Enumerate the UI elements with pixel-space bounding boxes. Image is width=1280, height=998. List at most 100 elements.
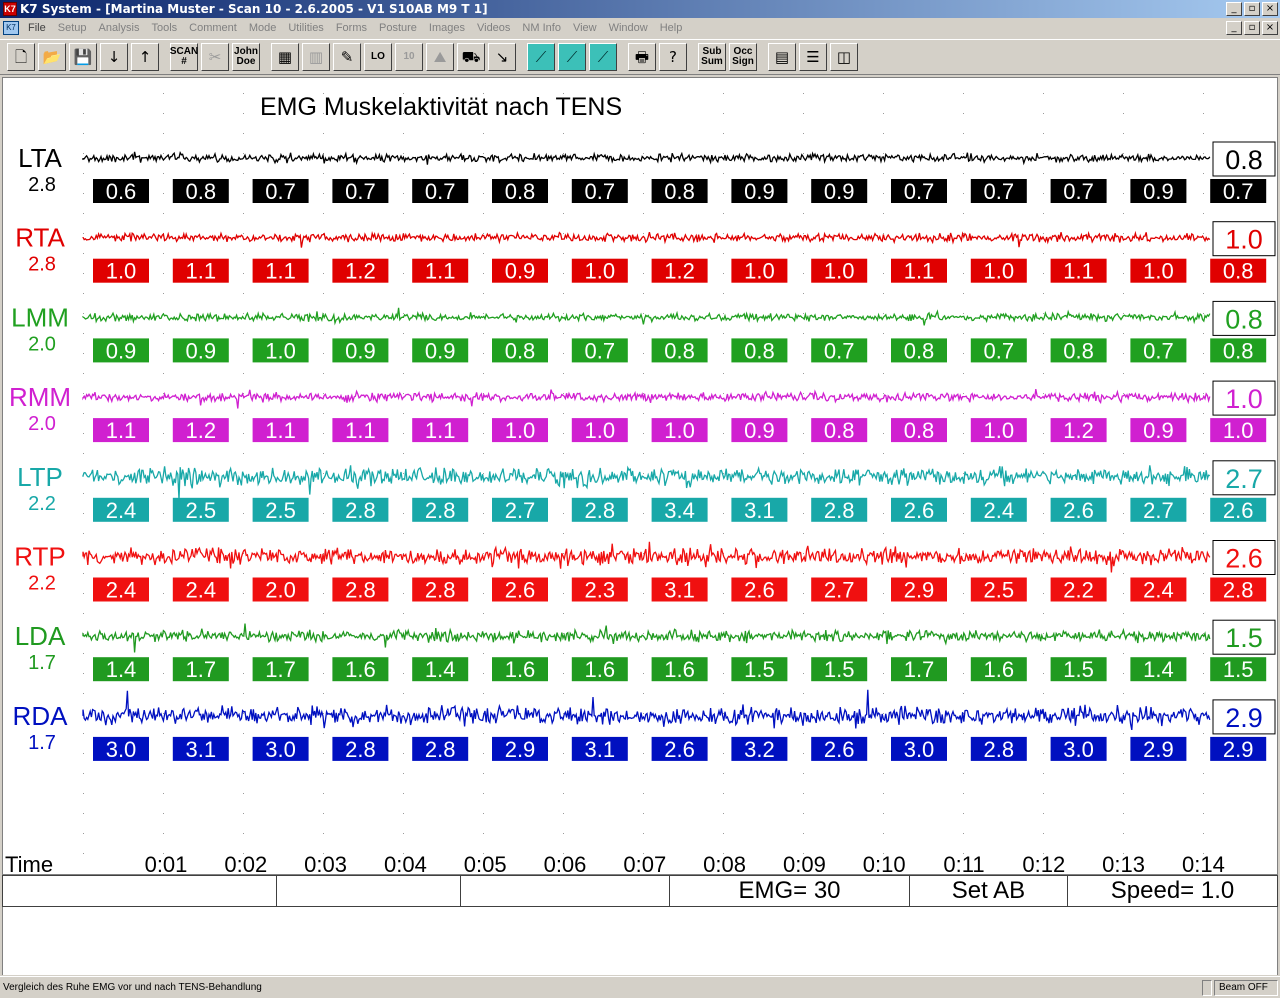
maximize-button[interactable]: ▫	[1244, 2, 1260, 16]
grid-dot	[963, 253, 964, 254]
compare-button[interactable]: 10	[395, 43, 423, 71]
tile-vertical-button[interactable]: ◫	[830, 43, 858, 71]
grid-dot	[883, 533, 884, 534]
grid-dot	[83, 813, 84, 814]
menu-comment[interactable]: Comment	[184, 22, 244, 34]
grid-dot	[803, 113, 804, 114]
arrow-up-button[interactable]: ↑	[131, 43, 159, 71]
scan-trace-2-button[interactable]: ⟋	[558, 43, 586, 71]
new-file-button[interactable]: 🗋	[7, 43, 35, 71]
menu-forms[interactable]: Forms	[331, 22, 374, 34]
grid-dot	[963, 693, 964, 694]
grid-dot	[1043, 133, 1044, 134]
edit-pencil-button[interactable]: ✎	[333, 43, 361, 71]
grid-dot	[83, 213, 84, 214]
menu-setup[interactable]: Setup	[53, 22, 94, 34]
grid-dot	[1123, 313, 1124, 314]
grid-dot	[643, 633, 644, 634]
grid-dot	[1123, 233, 1124, 234]
menu-window[interactable]: Window	[604, 22, 655, 34]
menu-posture[interactable]: Posture	[374, 22, 424, 34]
grid-dot	[803, 753, 804, 754]
grid-dot	[483, 293, 484, 294]
interval-value: 2.8	[984, 737, 1015, 762]
emg-setting: EMG= 30	[670, 876, 910, 906]
grid-dot	[323, 373, 324, 374]
grid-dot	[83, 693, 84, 694]
menu-utilities[interactable]: Utilities	[283, 22, 330, 34]
interval-value: 0.8	[1223, 259, 1254, 284]
help-button[interactable]: ?	[659, 43, 687, 71]
menu-images[interactable]: Images	[424, 22, 472, 34]
interval-value: 3.2	[744, 737, 775, 762]
grid-dot	[883, 673, 884, 674]
current-value: 1.0	[1225, 225, 1263, 255]
scan-trace-1-button[interactable]: ⟋	[527, 43, 555, 71]
grid-dot	[163, 513, 164, 514]
menu-nm-info[interactable]: NM Info	[517, 22, 568, 34]
title-bar: K7 K7 System - [Martina Muster - Scan 10…	[0, 0, 1280, 18]
chart-button[interactable]: ⛰	[426, 43, 454, 71]
document-icon[interactable]: K7	[3, 21, 19, 35]
arrow-down-button[interactable]: ↓	[100, 43, 128, 71]
menu-help[interactable]: Help	[655, 22, 690, 34]
grid-dot	[963, 753, 964, 754]
sub-sum-button[interactable]: Sub Sum	[698, 43, 726, 71]
k7-app-icon[interactable]: K7	[3, 2, 17, 16]
print-button[interactable]: 🖶	[628, 43, 656, 71]
grid-dot	[643, 533, 644, 534]
grid-dot	[243, 673, 244, 674]
menu-mode[interactable]: Mode	[244, 22, 284, 34]
interval-value: 0.7	[345, 179, 376, 204]
grid-dot	[1123, 353, 1124, 354]
grid-dot	[403, 473, 404, 474]
interval-value: 1.5	[1223, 657, 1254, 682]
occ-sign-button[interactable]: Occ Sign	[729, 43, 757, 71]
save-button[interactable]: 💾	[69, 43, 97, 71]
print-setup-button[interactable]: ⛟	[457, 43, 485, 71]
compare-icon: 10	[403, 51, 415, 62]
scan-number-button[interactable]: SCAN #	[170, 43, 198, 71]
doc-restore-button[interactable]: ▫	[1244, 21, 1260, 35]
grid-dot	[163, 93, 164, 94]
close-button[interactable]: ×	[1262, 2, 1278, 16]
grid-dot	[1123, 513, 1124, 514]
tools-button[interactable]: ✂	[201, 43, 229, 71]
menu-tools[interactable]: Tools	[146, 22, 184, 34]
cascade-button[interactable]: ▤	[768, 43, 796, 71]
grid-dot	[563, 153, 564, 154]
interval-value: 2.8	[1223, 578, 1254, 603]
doc-close-button[interactable]: ×	[1262, 21, 1278, 35]
scan-trace-3-button[interactable]: ⟋	[589, 43, 617, 71]
menu-videos[interactable]: Videos	[472, 22, 517, 34]
grid-dot	[323, 793, 324, 794]
grid-dot	[403, 673, 404, 674]
john-doe-button[interactable]: John Doe	[232, 43, 260, 71]
time-tick-label: 0:10	[863, 852, 906, 874]
grid-dot	[243, 613, 244, 614]
minimize-button[interactable]: _	[1226, 2, 1242, 16]
grid-dot	[563, 733, 564, 734]
tile-horizontal-button[interactable]: ☰	[799, 43, 827, 71]
doc-minimize-button[interactable]: _	[1226, 21, 1242, 35]
grid-dot	[1203, 93, 1204, 94]
grid-view-button[interactable]: ▦	[271, 43, 299, 71]
menu-analysis[interactable]: Analysis	[93, 22, 146, 34]
grid-dot	[563, 573, 564, 574]
menu-view[interactable]: View	[568, 22, 604, 34]
menu-file[interactable]: File	[23, 22, 53, 34]
grid-dot	[1123, 133, 1124, 134]
bar-view-button[interactable]: ▥	[302, 43, 330, 71]
workspace-blank	[2, 907, 1278, 975]
interval-value: 1.0	[664, 418, 695, 443]
open-folder-button[interactable]: 📂	[38, 43, 66, 71]
interval-value: 0.6	[106, 179, 137, 204]
level-button[interactable]: LO	[364, 43, 392, 71]
grid-dot	[323, 693, 324, 694]
channel-lda: LDA1.71.51.4 1.7 1.7 1.6 1.4 1.6 1.6 1.6 1.5 1.5 1…	[15, 619, 1276, 682]
cursor-button[interactable]: ↘	[488, 43, 516, 71]
time-tick-label: 0:14	[1182, 852, 1225, 874]
interval-value: 1.1	[265, 259, 296, 284]
grid-dot	[483, 613, 484, 614]
grid-dot	[723, 153, 724, 154]
